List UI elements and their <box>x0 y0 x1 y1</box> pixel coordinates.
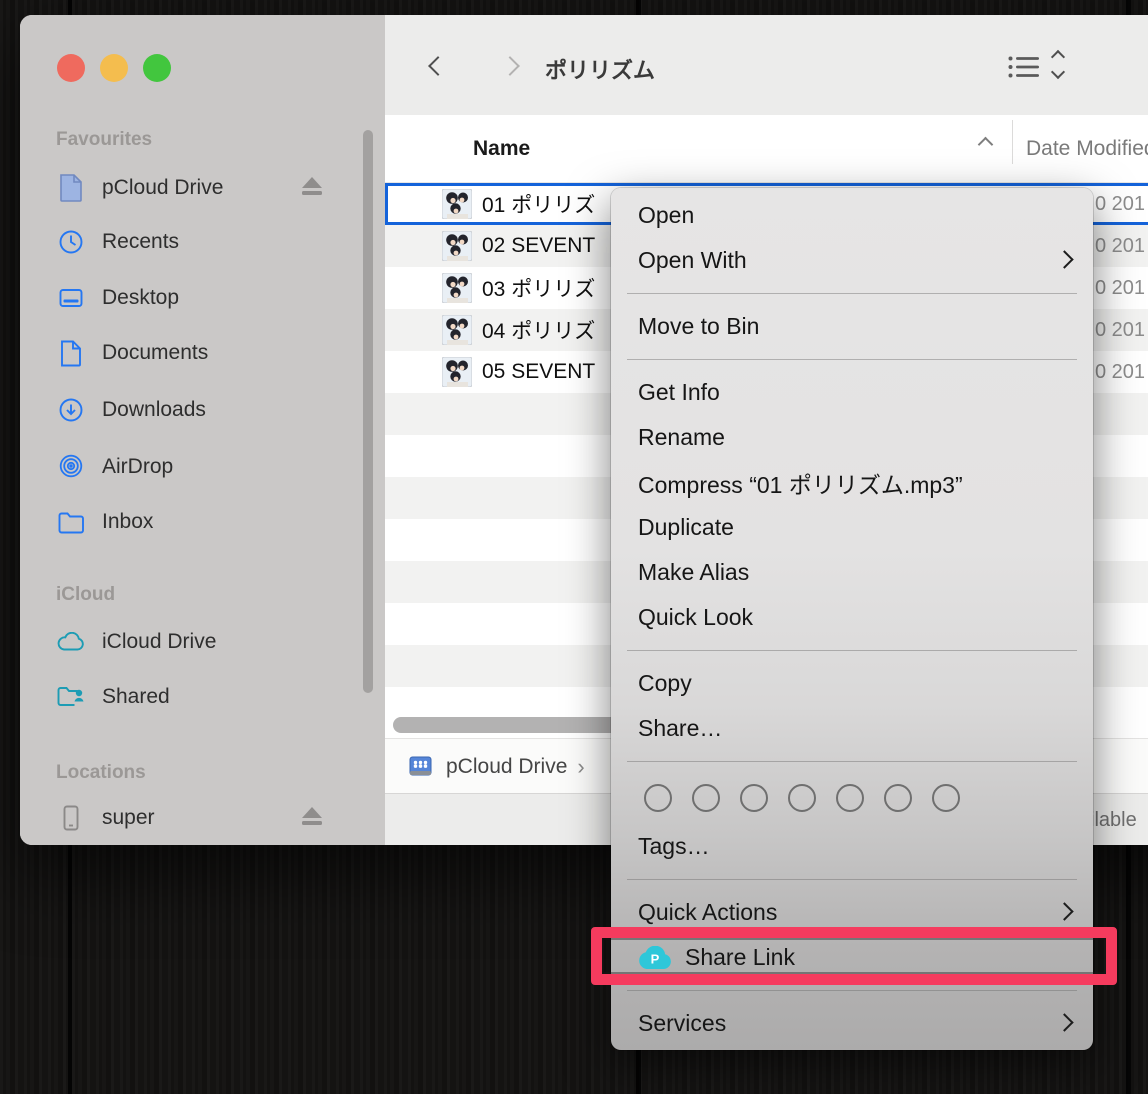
tag-circle[interactable] <box>692 784 720 812</box>
menu-separator <box>627 650 1077 651</box>
back-button[interactable] <box>431 59 445 78</box>
tag-color-row <box>611 772 1093 824</box>
forward-button[interactable] <box>503 59 517 78</box>
pcloud-drive-icon <box>407 753 434 780</box>
menu-item-rename[interactable]: Rename <box>611 415 1093 460</box>
menu-item-duplicate[interactable]: Duplicate <box>611 505 1093 550</box>
breadcrumb-chevron-icon: › <box>577 754 584 780</box>
menu-item-services[interactable]: Services <box>611 1001 1093 1046</box>
tag-circle[interactable] <box>836 784 864 812</box>
sidebar-item-shared[interactable]: Shared <box>56 675 357 719</box>
tag-circle[interactable] <box>884 784 912 812</box>
menu-separator <box>627 761 1077 762</box>
chevron-up-icon <box>1051 50 1065 64</box>
menu-separator <box>627 879 1077 880</box>
tag-circle[interactable] <box>740 784 768 812</box>
eject-icon[interactable] <box>299 175 325 202</box>
zoom-button[interactable] <box>143 54 171 82</box>
document-icon <box>56 174 86 202</box>
menu-item-open[interactable]: Open <box>611 193 1093 238</box>
document-icon <box>56 340 86 367</box>
eject-icon[interactable] <box>299 805 325 832</box>
tag-circle[interactable] <box>788 784 816 812</box>
minimize-button[interactable] <box>100 54 128 82</box>
tag-circle[interactable] <box>932 784 960 812</box>
chevron-left-icon <box>428 56 448 76</box>
sidebar-item-downloads[interactable]: Downloads <box>56 388 357 432</box>
album-art-icon <box>442 231 472 261</box>
airdrop-icon <box>56 454 86 480</box>
menu-separator <box>627 990 1077 991</box>
sidebar-section-favourites: Favourites <box>56 127 152 153</box>
chevron-down-icon <box>1051 65 1065 79</box>
column-header-date[interactable]: Date Modified <box>1026 137 1148 161</box>
close-button[interactable] <box>57 54 85 82</box>
status-text: ilable <box>1090 809 1137 832</box>
sidebar-item-inbox[interactable]: Inbox <box>56 500 357 544</box>
cloud-icon <box>56 632 86 652</box>
sidebar-scrollbar[interactable] <box>363 130 373 693</box>
submenu-chevron-icon <box>1055 1013 1073 1031</box>
column-divider[interactable] <box>1012 120 1013 164</box>
sidebar-item-icloud-drive[interactable]: iCloud Drive <box>56 620 357 664</box>
clock-icon <box>56 229 86 255</box>
menu-item-quick-look[interactable]: Quick Look <box>611 595 1093 640</box>
phone-icon <box>56 805 86 831</box>
menu-item-open-with[interactable]: Open With <box>611 238 1093 283</box>
sidebar-section-locations: Locations <box>56 760 146 786</box>
submenu-chevron-icon <box>1055 250 1073 268</box>
context-menu: Open Open With Move to Bin Get Info Rena… <box>611 188 1093 1050</box>
menu-item-tags[interactable]: Tags… <box>611 824 1093 869</box>
chevron-right-icon <box>500 56 520 76</box>
folder-icon <box>56 511 86 534</box>
sidebar-item-desktop[interactable]: Desktop <box>56 276 357 320</box>
window-title: ポリリズム <box>545 53 655 85</box>
traffic-lights <box>57 54 171 82</box>
album-art-icon <box>442 273 472 303</box>
album-art-icon <box>442 189 472 219</box>
album-art-icon <box>442 357 472 387</box>
menu-item-share[interactable]: Share… <box>611 706 1093 751</box>
sidebar: Favourites pCloud Drive Recents Desktop <box>20 15 385 845</box>
sidebar-item-documents[interactable]: Documents <box>56 331 357 375</box>
menu-item-copy[interactable]: Copy <box>611 661 1093 706</box>
sort-order-control[interactable] <box>1053 52 1063 77</box>
menu-separator <box>627 293 1077 294</box>
menu-separator <box>627 359 1077 360</box>
list-view-icon[interactable] <box>1007 55 1041 84</box>
sidebar-item-airdrop[interactable]: AirDrop <box>56 445 357 489</box>
share-link-highlight-annotation <box>591 927 1117 985</box>
sidebar-item-super[interactable]: super <box>56 796 357 840</box>
column-header-row: Name Date Modified <box>385 115 1148 183</box>
download-icon <box>56 397 86 423</box>
menu-item-make-alias[interactable]: Make Alias <box>611 550 1093 595</box>
shared-folder-icon <box>56 685 86 709</box>
sidebar-item-recents[interactable]: Recents <box>56 220 357 264</box>
album-art-icon <box>442 315 472 345</box>
sidebar-section-icloud: iCloud <box>56 582 115 608</box>
menu-item-compress[interactable]: Compress “01 ポリリズム.mp3” <box>611 460 1093 505</box>
desktop-icon <box>56 285 86 311</box>
sidebar-item-pcloud-drive[interactable]: pCloud Drive <box>56 166 357 210</box>
menu-item-move-to-bin[interactable]: Move to Bin <box>611 304 1093 349</box>
breadcrumb[interactable]: pCloud Drive <box>446 755 567 779</box>
column-header-name[interactable]: Name <box>473 137 530 161</box>
submenu-chevron-icon <box>1055 902 1073 920</box>
toolbar: ポリリズム <box>385 15 1148 116</box>
tag-circle[interactable] <box>644 784 672 812</box>
menu-item-get-info[interactable]: Get Info <box>611 370 1093 415</box>
sort-ascending-icon <box>980 137 991 155</box>
